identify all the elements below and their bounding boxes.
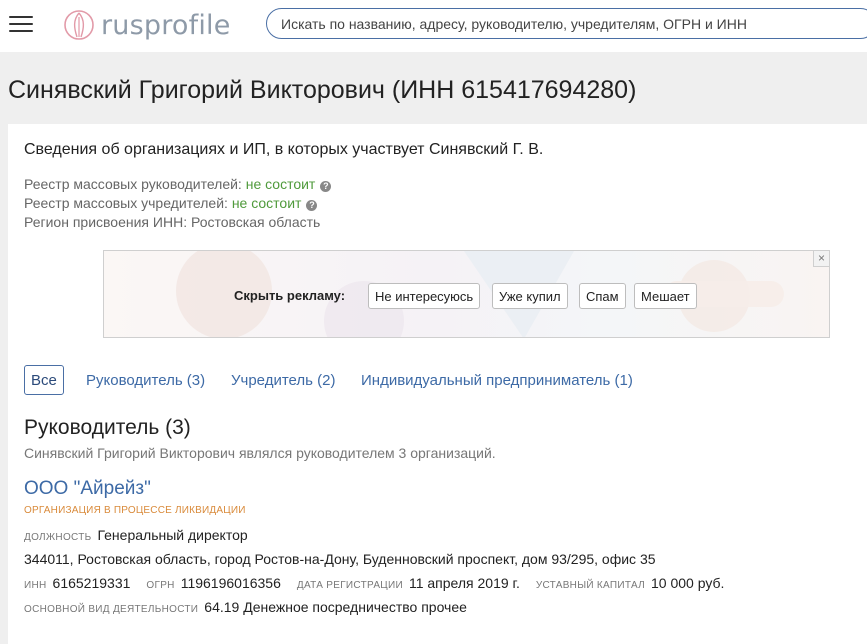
address-row: 344011, Ростовская область, город Ростов…	[24, 551, 656, 567]
registry-founders: Реестр массовых учредителей: не состоит?	[24, 195, 318, 211]
ad-close-icon[interactable]: ×	[813, 251, 829, 267]
position-row: должность Генеральный директор	[24, 527, 248, 543]
content-card: Сведения об организациях и ИП, в которых…	[8, 124, 867, 644]
activity-row: основной вид деятельности 64.19 Денежное …	[24, 599, 467, 615]
logo-text: rusprofile	[101, 9, 231, 41]
registry-managers: Реестр массовых руководителей: не состои…	[24, 176, 332, 192]
status-badge: Организация в процессе ликвидации	[24, 505, 246, 516]
section-title: Руководитель (3)	[24, 416, 191, 439]
reg-date-value: 11 апреля 2019 г.	[408, 575, 520, 591]
menu-icon[interactable]	[9, 14, 33, 34]
card-subtitle: Сведения об организациях и ИП, в которых…	[24, 141, 544, 158]
help-icon[interactable]: ?	[320, 181, 332, 192]
inn-region: Регион присвоения ИНН: Ростовская област…	[24, 214, 321, 230]
hide-ad-label: Скрыть рекламу:	[234, 288, 346, 303]
logo-icon	[64, 10, 94, 40]
registry-founders-value: не состоит	[231, 195, 302, 211]
activity-value: 64.19 Денежное посредничество прочее	[204, 599, 467, 615]
section-description: Синявский Григорий Викторович являлся ру…	[24, 445, 496, 461]
ad-already-bought-button[interactable]: Уже купил	[492, 283, 568, 309]
tab-all[interactable]: Все	[24, 365, 64, 395]
tab-manager[interactable]: Руководитель (3)	[86, 372, 205, 389]
requisites-row: ИНН 6165219331 ОГРН 1196196016356 дата регис…	[24, 575, 725, 591]
logo[interactable]: rusprofile	[63, 8, 231, 42]
page-title: Синявский Григорий Викторович (ИНН 61541…	[8, 76, 637, 104]
help-icon[interactable]: ?	[306, 200, 318, 211]
organization-link[interactable]: ООО "Айрейз"	[24, 478, 151, 500]
ogrn-value: 1196196016356	[180, 575, 281, 591]
tab-entrepreneur[interactable]: Индивидуальный предприниматель (1)	[361, 372, 633, 389]
ad-not-interested-button[interactable]: Не интересуюсь	[368, 283, 481, 309]
capital-value: 10 000 руб.	[651, 575, 725, 591]
ad-annoying-button[interactable]: Мешает	[634, 283, 697, 309]
search-input[interactable]	[266, 8, 867, 39]
registry-managers-value: не состоит	[245, 176, 316, 192]
inn-value: 6165219331	[52, 575, 131, 591]
ad-block: × Скрыть рекламу: Не интересуюсь Уже куп…	[103, 250, 830, 338]
ad-spam-button[interactable]: Спам	[579, 283, 626, 309]
top-header: rusprofile	[0, 0, 867, 52]
tab-founder[interactable]: Учредитель (2)	[231, 372, 335, 389]
